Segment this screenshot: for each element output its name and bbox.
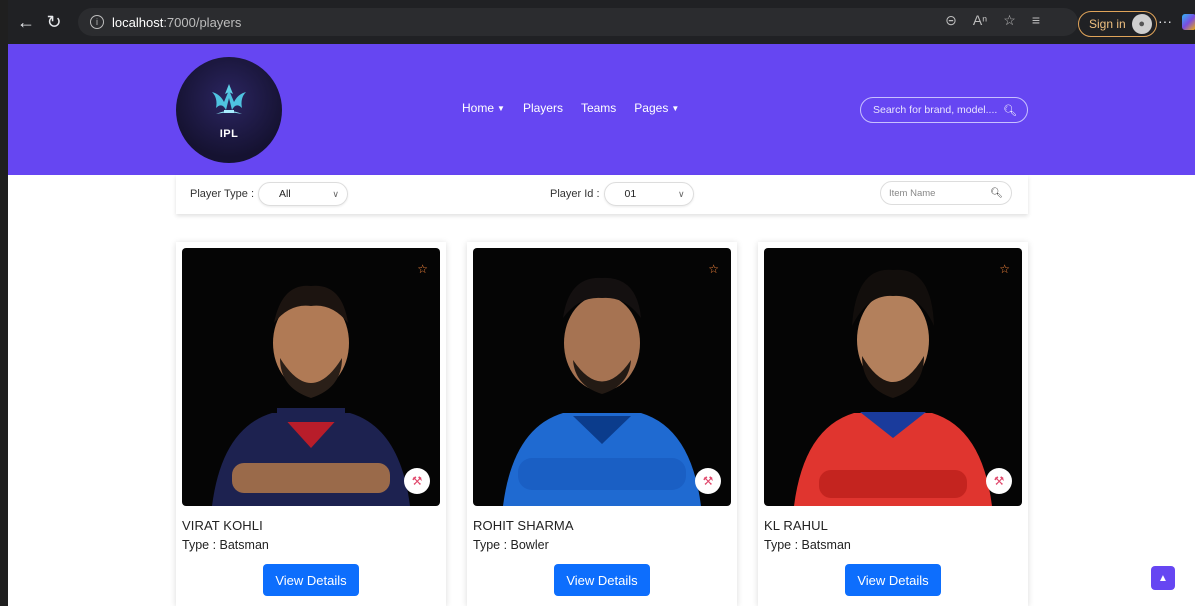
view-details-button[interactable]: View Details	[554, 564, 650, 596]
player-id-select[interactable]: 01 ∨	[603, 182, 694, 206]
player-card: ☆ ⚒ KL RAHUL Type : Batsman View Details	[758, 242, 1028, 606]
player-card: ☆ ⚒ VIRAT KOHLI Type : Batsman View Deta…	[176, 242, 446, 606]
caret-down-icon: ▼	[671, 103, 680, 113]
view-details-button[interactable]: View Details	[263, 564, 359, 596]
favorite-star-icon[interactable]: ☆	[417, 262, 428, 276]
player-type-filter: Player Type : All ∨	[190, 182, 348, 206]
auction-hammer-icon[interactable]: ⚒	[986, 468, 1012, 494]
nav-teams-label: Teams	[580, 101, 617, 115]
url-host: localhost	[112, 14, 164, 30]
logo-text: IPL	[219, 128, 239, 140]
auction-hammer-icon[interactable]: ⚒	[695, 468, 721, 494]
player-name: KL RAHUL	[764, 518, 828, 533]
player-type-value: All	[279, 188, 291, 200]
nav-pages-label: Pages	[634, 101, 669, 115]
player-photo: ☆ ⚒	[473, 248, 731, 506]
player-portrait	[794, 269, 992, 506]
chevron-down-icon: ∨	[677, 188, 685, 199]
view-details-button[interactable]: View Details	[845, 564, 941, 596]
main-nav: Home ▼ Players Teams Pages ▼	[462, 101, 679, 115]
player-id-value: 01	[624, 188, 637, 200]
caret-down-icon: ▼	[497, 103, 505, 113]
favorite-star-icon[interactable]: ☆	[999, 262, 1010, 276]
player-portrait	[503, 277, 701, 506]
favorites-list-icon[interactable]: ≡	[1032, 12, 1040, 29]
player-type-select[interactable]: All ∨	[258, 182, 348, 206]
header-search-input[interactable]	[873, 104, 1003, 116]
scroll-to-top-button[interactable]: ▲	[1151, 566, 1175, 590]
player-card: ☆ ⚒ ROHIT SHARMA Type : Bowler View Deta…	[467, 242, 737, 606]
zoom-icon[interactable]: ⊝	[945, 12, 957, 29]
favorite-star-icon[interactable]: ☆	[708, 262, 719, 276]
ipl-logo[interactable]: IPL	[176, 57, 282, 163]
header-search: 🔍︎	[860, 97, 1028, 123]
player-photo: ☆ ⚒	[764, 248, 1022, 506]
player-type: Type : Batsman	[764, 538, 851, 552]
address-bar[interactable]: i localhost:7000/players	[78, 8, 1078, 36]
chevron-down-icon: ∨	[332, 188, 339, 199]
favorite-star-icon[interactable]: ☆	[1003, 12, 1016, 29]
nav-home[interactable]: Home ▼	[462, 101, 505, 115]
ipl-crown-icon	[212, 84, 246, 114]
player-photo: ☆ ⚒	[182, 248, 440, 506]
more-menu-icon[interactable]: ···	[1158, 13, 1172, 29]
sign-in-label: Sign in	[1089, 17, 1126, 31]
player-name: VIRAT KOHLI	[182, 518, 263, 533]
sign-in-button[interactable]: Sign in ●	[1078, 11, 1157, 37]
back-arrow-icon[interactable]: ←	[12, 8, 40, 36]
nav-players[interactable]: Players	[523, 101, 563, 115]
player-id-filter: Player Id : 01 ∨	[550, 182, 694, 206]
player-name: ROHIT SHARMA	[473, 518, 574, 533]
browser-toolbar: ← ↻ i localhost:7000/players ⊝ Aⁿ ☆ ≡ Si…	[8, 0, 1195, 44]
avatar-icon: ●	[1131, 14, 1152, 34]
page: ← ↻ i localhost:7000/players ⊝ Aⁿ ☆ ≡ Si…	[0, 0, 1195, 606]
nav-teams[interactable]: Teams	[581, 101, 616, 115]
copilot-icon[interactable]	[1182, 14, 1195, 30]
nav-home-label: Home	[462, 101, 495, 115]
search-icon[interactable]: 🔍︎	[990, 188, 1003, 199]
player-cards: ☆ ⚒ VIRAT KOHLI Type : Batsman View Deta…	[176, 242, 1028, 606]
filter-bar: Player Type : All ∨ Player Id : 01 ∨ 🔍︎	[176, 175, 1028, 214]
item-name-input[interactable]	[889, 187, 989, 199]
item-search: 🔍︎	[880, 181, 1012, 205]
search-icon[interactable]: 🔍︎	[1003, 104, 1017, 117]
nav-players-label: Players	[522, 101, 563, 115]
site-header: IPL Home ▼ Players Teams Pages ▼ 🔍︎	[8, 44, 1195, 175]
auction-hammer-icon[interactable]: ⚒	[404, 468, 430, 494]
player-type-label: Player Type :	[190, 188, 254, 200]
player-type: Type : Batsman	[182, 538, 269, 552]
nav-pages[interactable]: Pages ▼	[634, 101, 679, 115]
player-portrait	[212, 285, 410, 506]
refresh-icon[interactable]: ↻	[40, 8, 68, 36]
player-type: Type : Bowler	[473, 538, 549, 552]
read-aloud-icon[interactable]: Aⁿ	[973, 12, 987, 29]
address-bar-actions: ⊝ Aⁿ ☆ ≡	[945, 12, 1040, 29]
player-id-label: Player Id :	[550, 188, 600, 200]
info-icon[interactable]: i	[90, 15, 104, 29]
url-path: :7000/players	[163, 14, 242, 30]
